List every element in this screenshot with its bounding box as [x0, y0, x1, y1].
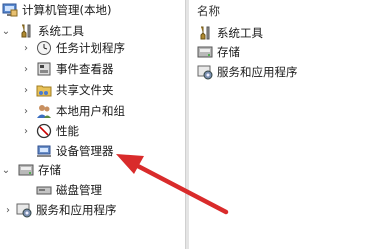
users-icon	[36, 103, 52, 119]
tools-icon	[18, 23, 34, 39]
tree-item-local-users-groups[interactable]: › 本地用户和组	[20, 101, 125, 121]
tree-item-label: 磁盘管理	[56, 183, 102, 197]
storage-icon	[18, 162, 34, 178]
services-icon	[16, 202, 32, 218]
computer-management-icon	[2, 2, 18, 18]
content-list: 名称 系统工具 存储 服务和应用程序	[189, 0, 367, 249]
tree-item-label: 本地用户和组	[56, 104, 125, 118]
tree-item-device-manager[interactable]: 设备管理器	[36, 141, 114, 161]
column-header-name[interactable]: 名称	[197, 3, 220, 19]
tools-icon	[197, 25, 213, 41]
tree-item-label: 任务计划程序	[56, 41, 125, 55]
list-item-label: 服务和应用程序	[217, 64, 298, 79]
tree-root-computer-management[interactable]: 计算机管理(本地)	[2, 0, 111, 20]
list-item-storage[interactable]: 存储	[197, 42, 240, 61]
list-item-label: 存储	[217, 44, 240, 59]
tree-item-label: 共享文件夹	[56, 83, 114, 97]
navigation-tree: 计算机管理(本地) ⌄ 系统工具 › 任务计划程序 › 事件查看器 › 共享文件	[0, 0, 184, 249]
tree-item-label: 事件查看器	[56, 62, 114, 76]
tree-item-storage[interactable]: ⌄ 存储	[0, 160, 61, 180]
event-viewer-icon	[36, 61, 52, 77]
tree-item-label: 服务和应用程序	[36, 203, 117, 217]
services-icon	[197, 64, 213, 80]
chevron-right-icon[interactable]: ›	[20, 59, 32, 79]
disk-icon	[36, 182, 52, 198]
tree-root-label: 计算机管理(本地)	[22, 3, 112, 17]
shared-folder-icon	[36, 82, 52, 98]
performance-icon	[36, 123, 52, 139]
tree-item-task-scheduler[interactable]: › 任务计划程序	[20, 38, 125, 58]
chevron-down-icon[interactable]: ⌄	[0, 160, 12, 180]
tree-item-label: 性能	[56, 124, 79, 138]
chevron-right-icon[interactable]: ›	[20, 121, 32, 141]
tree-item-label: 存储	[38, 163, 61, 177]
chevron-right-icon[interactable]: ›	[20, 80, 32, 100]
storage-icon	[197, 44, 213, 60]
tree-item-disk-management[interactable]: 磁盘管理	[36, 180, 102, 200]
clock-icon	[36, 40, 52, 56]
chevron-right-icon[interactable]: ›	[20, 101, 32, 121]
list-item-system-tools[interactable]: 系统工具	[197, 23, 263, 42]
tree-item-label: 系统工具	[38, 24, 84, 38]
tree-item-performance[interactable]: › 性能	[20, 121, 79, 141]
chevron-right-icon[interactable]: ›	[2, 200, 14, 220]
device-manager-icon	[36, 143, 52, 159]
tree-item-services-apps[interactable]: › 服务和应用程序	[2, 200, 117, 220]
chevron-down-icon[interactable]: ⌄	[0, 21, 12, 41]
list-item-label: 系统工具	[217, 25, 263, 40]
tree-item-shared-folders[interactable]: › 共享文件夹	[20, 80, 114, 100]
tree-item-event-viewer[interactable]: › 事件查看器	[20, 59, 114, 79]
list-item-services-apps[interactable]: 服务和应用程序	[197, 62, 298, 81]
tree-item-label: 设备管理器	[56, 144, 114, 158]
chevron-right-icon[interactable]: ›	[20, 38, 32, 58]
